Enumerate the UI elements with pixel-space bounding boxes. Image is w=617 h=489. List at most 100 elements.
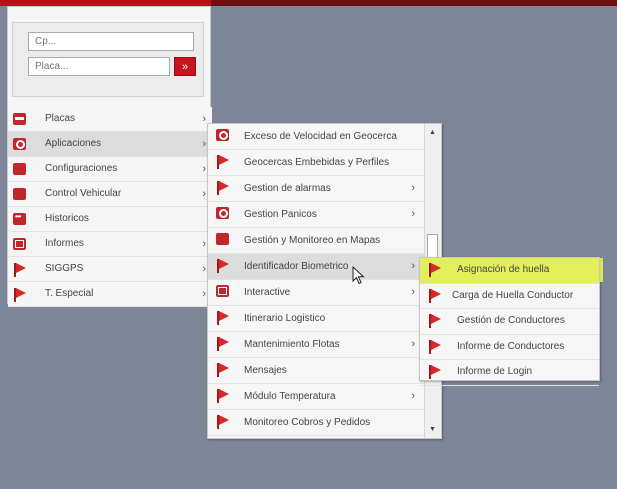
mouse-pointer-icon <box>352 265 366 289</box>
menu-item-label: T. Especial <box>45 288 94 299</box>
menu-item-informes[interactable]: Informes › <box>8 232 212 257</box>
menu-item-label: Configuraciones <box>45 163 118 174</box>
menu-item-label: Historicos <box>45 213 89 224</box>
flag-icon <box>216 363 230 377</box>
chevron-right-icon: › <box>202 163 206 175</box>
document-icon <box>13 238 26 250</box>
submenu-item-monitoreo-cobros[interactable]: Monitoreo Cobros y Pedidos <box>208 410 441 436</box>
submenu-item-label: Monitoreo Cobros y Pedidos <box>244 417 371 428</box>
submenu-item-mantenimiento-flotas[interactable]: Mantenimiento Flotas › <box>208 332 441 358</box>
chevron-right-icon: › <box>411 208 415 220</box>
chevron-right-icon: › <box>202 138 206 150</box>
chevron-right-icon: › <box>411 260 415 272</box>
submenu-item-label: Informe de Conductores <box>457 340 565 352</box>
red-square-icon <box>13 163 26 175</box>
search-go-button[interactable]: » <box>174 57 196 76</box>
submenu-item-label: Geocercas Embebidas y Perfiles <box>244 157 390 168</box>
chevron-right-icon: › <box>202 238 206 250</box>
menu-item-t-especial[interactable]: T. Especial › <box>8 282 212 307</box>
gear-icon <box>13 138 26 150</box>
submenu-item-label: Asignación de huella <box>457 264 550 275</box>
submenu-item-exceso-velocidad[interactable]: Exceso de Velocidad en Geocerca <box>208 124 441 150</box>
submenu-item-informe-conductores[interactable]: Informe de Conductores <box>420 335 599 361</box>
submenu-item-informe-login[interactable]: Informe de Login <box>420 360 599 386</box>
flag-icon <box>216 155 230 169</box>
submenu-item-asignacion-huella[interactable]: Asignación de huella <box>420 258 599 284</box>
scroll-down-icon[interactable]: ▼ <box>429 426 436 433</box>
submenu-item-identificador-biometrico[interactable]: Identificador Biometrico › <box>208 254 441 280</box>
menu-item-label: Placas <box>45 113 76 124</box>
chevron-right-icon: › <box>411 182 415 194</box>
document-icon <box>216 285 229 297</box>
submenu-item-mensajes[interactable]: Mensajes <box>208 358 441 384</box>
menu-item-label: Informes <box>45 238 84 249</box>
submenu-item-gestion-monitoreo-mapas[interactable]: Gestión y Monitoreo en Mapas <box>208 228 441 254</box>
dots-icon <box>13 205 26 229</box>
highlight-band <box>600 258 603 282</box>
main-menu: Placas › Aplicaciones › Configuraciones … <box>8 107 212 307</box>
placa-input[interactable] <box>28 57 170 76</box>
identificador-biometrico-submenu: Asignación de huella Carga de Huella Con… <box>419 257 600 386</box>
menu-item-label: Control Vehicular <box>45 188 122 199</box>
aplicaciones-submenu: Exceso de Velocidad en Geocerca Geocerca… <box>207 123 442 439</box>
flag-icon <box>13 263 27 277</box>
menu-item-siggps[interactable]: SIGGPS › <box>8 257 212 282</box>
flag-icon <box>216 259 230 273</box>
flag-icon <box>216 389 230 403</box>
navigation-panel: » Placas › Aplicaciones › Configuracione… <box>7 6 212 307</box>
gear-icon <box>216 129 229 141</box>
chevron-right-icon: › <box>411 338 415 350</box>
submenu-item-label: Gestion Panicos <box>244 209 317 220</box>
submenu-item-label: Módulo Temperatura <box>244 391 336 402</box>
red-square-icon <box>13 188 26 200</box>
submenu-item-label: Gestión de Conductores <box>457 315 565 327</box>
submenu-item-label: Itinerario Logistico <box>244 313 326 324</box>
submenu-item-gestion-conductores[interactable]: Gestión de Conductores <box>420 309 599 335</box>
submenu-item-label: Mantenimiento Flotas <box>244 339 340 350</box>
flag-icon <box>216 181 230 195</box>
flag-icon <box>428 339 442 354</box>
menu-item-configuraciones[interactable]: Configuraciones › <box>8 157 212 182</box>
submenu-item-gestion-alarmas[interactable]: Gestion de alarmas › <box>208 176 441 202</box>
scroll-up-icon[interactable]: ▲ <box>429 129 436 136</box>
flag-icon <box>216 311 230 325</box>
cp-input[interactable] <box>28 32 194 51</box>
submenu-item-label: Identificador Biometrico <box>244 261 349 272</box>
bar-icon <box>13 113 26 125</box>
flag-icon <box>428 365 442 380</box>
submenu-item-label: Interactive <box>244 287 291 298</box>
menu-item-historicos[interactable]: Historicos <box>8 205 212 232</box>
flag-icon <box>216 415 230 429</box>
flag-icon <box>428 314 442 329</box>
menu-item-label: SIGGPS <box>45 263 84 274</box>
chevron-right-icon: › <box>411 390 415 402</box>
submenu-item-interactive[interactable]: Interactive › <box>208 280 441 306</box>
flag-icon <box>216 337 230 351</box>
chevron-right-icon: › <box>202 188 206 200</box>
flag-icon <box>428 288 442 303</box>
chevron-right-icon: › <box>202 113 206 125</box>
flag-icon <box>428 263 442 277</box>
submenu-item-label: Exceso de Velocidad en Geocerca <box>244 131 397 142</box>
chevron-right-icon: › <box>202 288 206 300</box>
submenu-item-label: Informe de Login <box>457 366 533 378</box>
submenu-item-label: Gestion de alarmas <box>244 183 331 194</box>
flag-icon <box>13 288 27 302</box>
menu-item-control-vehicular[interactable]: Control Vehicular › <box>8 182 212 207</box>
red-square-icon <box>216 233 229 245</box>
menu-item-placas[interactable]: Placas › <box>8 107 212 132</box>
gear-icon <box>216 207 229 219</box>
menu-item-aplicaciones[interactable]: Aplicaciones › <box>8 132 212 157</box>
submenu-item-geocercas-embebidas[interactable]: Geocercas Embebidas y Perfiles <box>208 150 441 176</box>
submenu-item-label: Gestión y Monitoreo en Mapas <box>244 235 381 246</box>
submenu-item-label: Mensajes <box>244 365 287 376</box>
menu-item-label: Aplicaciones <box>45 138 102 149</box>
submenu-item-itinerario-logistico[interactable]: Itinerario Logistico <box>208 306 441 332</box>
submenu-item-gestion-panicos[interactable]: Gestion Panicos › <box>208 202 441 228</box>
submenu-item-label: Carga de Huella Conductor <box>452 289 574 301</box>
chevron-right-icon: › <box>202 263 206 275</box>
submenu-item-modulo-temperatura[interactable]: Módulo Temperatura › <box>208 384 441 410</box>
submenu-item-partial[interactable] <box>208 436 441 438</box>
submenu-item-carga-huella[interactable]: Carga de Huella Conductor <box>420 284 599 310</box>
chevron-right-icon: › <box>411 286 415 298</box>
